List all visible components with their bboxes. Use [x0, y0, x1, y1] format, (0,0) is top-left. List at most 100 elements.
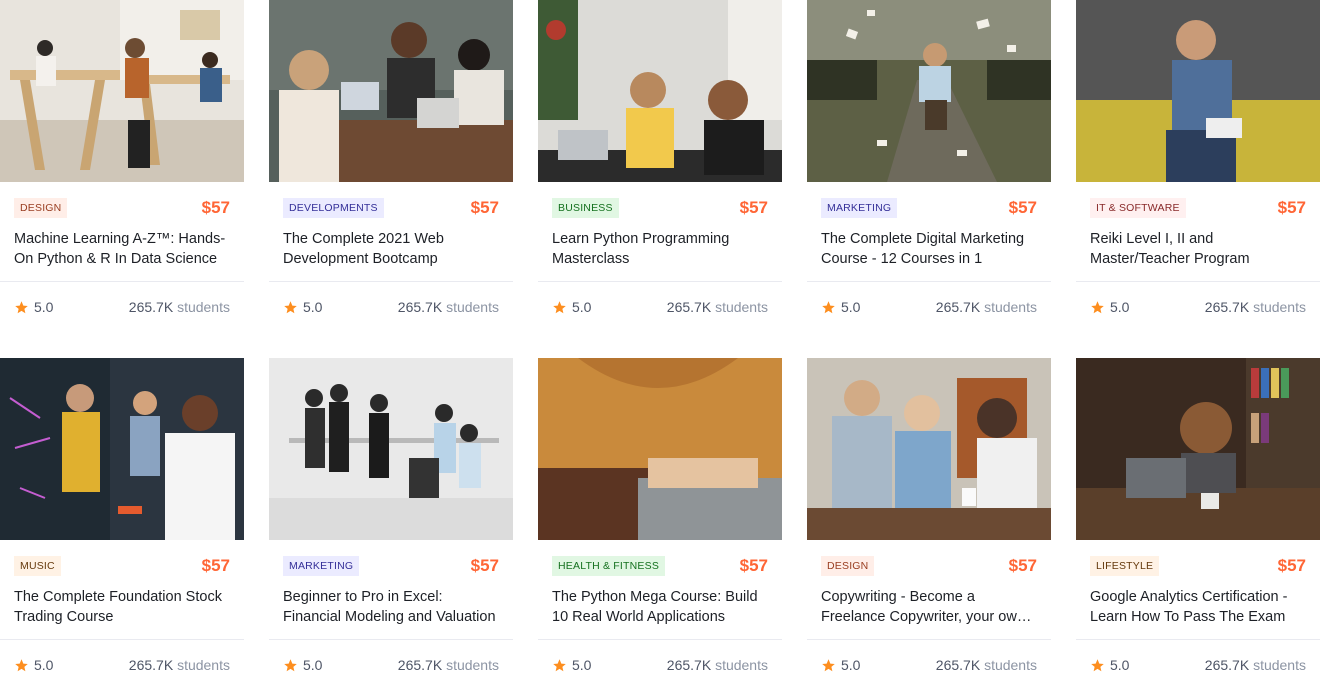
price: $57: [201, 198, 230, 217]
course-thumbnail[interactable]: [807, 0, 1051, 182]
category-badge: Health & Fitness: [552, 556, 666, 576]
rating-value: 5.0: [841, 299, 861, 315]
rating: 5.0: [283, 657, 322, 673]
price: $57: [1277, 198, 1306, 217]
course-title[interactable]: The Complete 2021 Web Development Bootca…: [283, 229, 499, 269]
friends-cafe-photo: [807, 358, 1051, 540]
star-icon: [284, 300, 297, 313]
course-title[interactable]: The Complete Foundation Stock Trading Co…: [14, 587, 230, 627]
course-title[interactable]: Learn Python Programming Masterclass: [552, 229, 768, 269]
course-title[interactable]: Google Analytics Certification - Learn H…: [1090, 587, 1306, 627]
rating: 5.0: [821, 299, 860, 315]
course-card[interactable]: Marketing $57 Beginner to Pro in Excel: …: [269, 358, 513, 691]
price: $57: [1277, 556, 1306, 575]
student-count: 265.7K students: [1205, 299, 1306, 315]
course-title[interactable]: Machine Learning A-Z™: Hands-On Python &…: [14, 229, 230, 269]
rating-value: 5.0: [34, 657, 54, 673]
course-grid: Design $57 Machine Learning A-Z™: Hands-…: [0, 0, 1320, 691]
course-thumbnail[interactable]: [538, 358, 782, 540]
course-title[interactable]: Reiki Level I, II and Master/Teacher Pro…: [1090, 229, 1306, 269]
course-thumbnail[interactable]: [1076, 358, 1320, 540]
student-count-label: students: [446, 657, 499, 673]
category-badge: Design: [821, 556, 875, 576]
course-card[interactable]: Health & Fitness $57 The Python Mega Cou…: [538, 358, 782, 691]
student-count: 265.7K students: [1205, 657, 1306, 673]
price: $57: [470, 198, 499, 217]
rating-value: 5.0: [303, 657, 323, 673]
student-count: 265.7K students: [129, 299, 230, 315]
star-icon: [1091, 658, 1104, 671]
course-thumbnail[interactable]: [269, 0, 513, 182]
star-icon: [284, 658, 297, 671]
course-title[interactable]: The Complete Digital Marketing Course - …: [821, 229, 1037, 269]
star-icon: [15, 300, 28, 313]
course-thumbnail[interactable]: [0, 358, 244, 540]
student-count-number: 265.7K: [128, 299, 174, 315]
course-thumbnail[interactable]: [538, 0, 782, 182]
star-icon: [553, 300, 566, 313]
student-count-number: 265.7K: [1204, 299, 1250, 315]
course-thumbnail[interactable]: [269, 358, 513, 540]
course-card[interactable]: Design $57 Copywriting - Become a Freela…: [807, 358, 1051, 691]
student-count-label: students: [1253, 657, 1306, 673]
team-meeting-photo: [269, 358, 513, 540]
student-count: 265.7K students: [936, 299, 1037, 315]
star-icon: [822, 300, 835, 313]
rating: 5.0: [821, 657, 860, 673]
rating: 5.0: [14, 299, 53, 315]
category-badge: Lifestyle: [1090, 556, 1160, 576]
course-card[interactable]: Music $57 The Complete Foundation Stock …: [0, 358, 244, 691]
student-count: 265.7K students: [667, 657, 768, 673]
category-badge: IT & Software: [1090, 198, 1186, 218]
rating-value: 5.0: [572, 299, 592, 315]
rating: 5.0: [552, 299, 591, 315]
price: $57: [739, 198, 768, 217]
student-count: 265.7K students: [667, 299, 768, 315]
rating: 5.0: [14, 657, 53, 673]
course-title[interactable]: The Python Mega Course: Build 10 Real Wo…: [552, 587, 768, 627]
star-icon: [15, 658, 28, 671]
price: $57: [1008, 556, 1037, 575]
star-icon: [1091, 300, 1104, 313]
category-badge: Marketing: [283, 556, 360, 576]
course-thumbnail[interactable]: [1076, 0, 1320, 182]
student-count: 265.7K students: [129, 657, 230, 673]
student-count-label: students: [446, 299, 499, 315]
course-thumbnail[interactable]: [807, 358, 1051, 540]
course-title[interactable]: Copywriting - Become a Freelance Copywri…: [821, 587, 1037, 627]
price: $57: [470, 556, 499, 575]
student-count-number: 265.7K: [397, 299, 443, 315]
student-count: 265.7K students: [398, 657, 499, 673]
course-card[interactable]: Design $57 Machine Learning A-Z™: Hands-…: [0, 0, 244, 333]
price: $57: [1008, 198, 1037, 217]
chalkboard-photo: [0, 358, 244, 540]
course-title[interactable]: Beginner to Pro in Excel: Financial Mode…: [283, 587, 499, 627]
course-card[interactable]: Lifestyle $57 Google Analytics Certifica…: [1076, 358, 1320, 691]
office-learning-photo: [538, 0, 782, 182]
star-icon: [822, 658, 835, 671]
student-count-label: students: [715, 299, 768, 315]
rating-value: 5.0: [1110, 657, 1130, 673]
course-card[interactable]: Marketing $57 The Complete Digital Marke…: [807, 0, 1051, 333]
student-count: 265.7K students: [398, 299, 499, 315]
students-laptop-photo: [269, 0, 513, 182]
student-count-label: students: [1253, 299, 1306, 315]
typing-laptop-photo: [538, 358, 782, 540]
student-count-number: 265.7K: [935, 299, 981, 315]
student-count-number: 265.7K: [397, 657, 443, 673]
student-count-label: students: [177, 657, 230, 673]
student-count-label: students: [177, 299, 230, 315]
rating-value: 5.0: [841, 657, 861, 673]
rating: 5.0: [552, 657, 591, 673]
course-card[interactable]: Developments $57 The Complete 2021 Web D…: [269, 0, 513, 333]
course-thumbnail[interactable]: [0, 0, 244, 182]
student-count-label: students: [984, 657, 1037, 673]
student-count-number: 265.7K: [666, 657, 712, 673]
rating-value: 5.0: [34, 299, 54, 315]
rating: 5.0: [283, 299, 322, 315]
course-card[interactable]: Business $57 Learn Python Programming Ma…: [538, 0, 782, 333]
course-card[interactable]: IT & Software $57 Reiki Level I, II and …: [1076, 0, 1320, 333]
man-writing-photo: [1076, 0, 1320, 182]
category-badge: Business: [552, 198, 619, 218]
flying-papers-photo: [807, 0, 1051, 182]
